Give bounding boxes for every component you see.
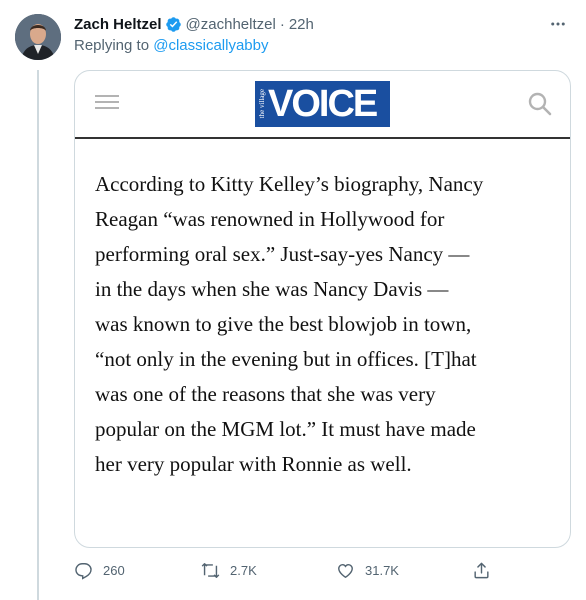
more-horizontal-icon xyxy=(551,22,565,26)
replying-to-line: Replying to @classicallyabby xyxy=(74,37,269,54)
attached-image[interactable]: the village VOICE According to Kitty Kel… xyxy=(74,70,571,548)
article-line: popular on the MGM lot.” It must have ma… xyxy=(95,417,476,441)
like-count: 31.7K xyxy=(365,562,399,578)
logo-text: VOICE xyxy=(268,83,378,125)
tweet-actions: 260 2.7K 31.7K xyxy=(74,558,504,582)
article-line: was one of the reasons that she was very xyxy=(95,382,436,406)
heart-icon xyxy=(338,563,353,578)
share-button[interactable] xyxy=(472,558,501,582)
separator-dot: · xyxy=(279,15,285,33)
reply-icon xyxy=(75,562,92,580)
like-button[interactable]: 31.7K xyxy=(336,558,399,582)
article-line: Reagan “was renowned in Hollywood for xyxy=(95,207,445,231)
replying-to-handle-link[interactable]: @classicallyabby xyxy=(153,37,268,54)
user-handle[interactable]: @zachheltzel xyxy=(186,16,276,33)
tweet-header: Zach Heltzel @zachheltzel · 22h xyxy=(74,13,314,35)
village-voice-logo: the village VOICE xyxy=(255,81,390,127)
replying-to-label: Replying to xyxy=(74,37,150,54)
hamburger-menu-icon xyxy=(95,95,119,111)
avatar[interactable] xyxy=(15,14,61,60)
article-line: her very popular with Ronnie as well. xyxy=(95,452,412,476)
retweet-count: 2.7K xyxy=(230,562,257,578)
verified-badge-icon xyxy=(165,16,182,33)
logo-small-text: the village xyxy=(258,89,266,119)
share-icon xyxy=(474,562,489,578)
timestamp[interactable]: 22h xyxy=(289,16,314,33)
thread-connector-line xyxy=(37,70,39,600)
retweet-icon xyxy=(201,562,220,578)
more-options-button[interactable] xyxy=(547,14,569,34)
display-name[interactable]: Zach Heltzel xyxy=(74,16,162,33)
article-line: in the days when she was Nancy Davis — xyxy=(95,277,449,301)
article-line: performing oral sex.” Just-say-yes Nancy… xyxy=(95,242,470,266)
reply-button[interactable]: 260 xyxy=(74,558,125,582)
retweet-button[interactable]: 2.7K xyxy=(201,558,257,582)
article-line: According to Kitty Kelley’s biography, N… xyxy=(95,172,484,196)
header-divider xyxy=(75,137,570,139)
article-header-bar: the village VOICE xyxy=(75,71,570,135)
article-line: was known to give the best blowjob in to… xyxy=(95,312,472,336)
article-excerpt: According to Kitty Kelley’s biography, N… xyxy=(95,167,565,482)
article-line: “not only in the evening but in offices.… xyxy=(95,347,477,371)
reply-count: 260 xyxy=(103,562,125,578)
search-icon xyxy=(528,92,552,116)
